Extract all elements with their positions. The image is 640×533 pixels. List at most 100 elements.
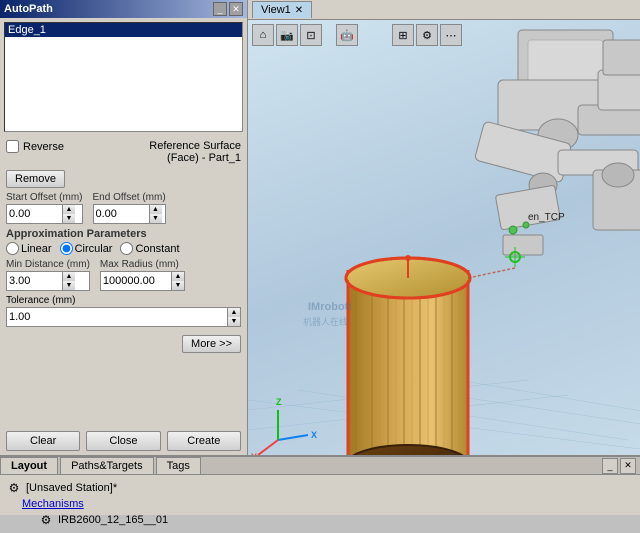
constant-radio-group: Constant [120, 242, 179, 255]
create-button[interactable]: Create [167, 431, 241, 451]
start-offset-group: Start Offset (mm) ▲ ▼ [6, 192, 83, 224]
end-offset-down[interactable]: ▼ [150, 214, 162, 223]
start-offset-input[interactable] [7, 205, 62, 223]
home-view-button[interactable]: ⌂ [252, 24, 274, 46]
max-radius-label: Max Radius (mm) [100, 259, 185, 270]
tolerance-up[interactable]: ▲ [228, 308, 240, 317]
station-icon: ⚙ [6, 480, 22, 496]
min-distance-down[interactable]: ▼ [63, 281, 75, 290]
close-button[interactable]: Close [86, 431, 160, 451]
min-distance-group: Min Distance (mm) ▲ ▼ [6, 259, 90, 291]
svg-text:Y: Y [251, 452, 257, 455]
settings-button[interactable]: ⚙ [416, 24, 438, 46]
max-radius-down[interactable]: ▼ [172, 281, 184, 290]
start-offset-down[interactable]: ▼ [63, 214, 75, 223]
constant-radio[interactable] [120, 242, 133, 255]
min-distance-spinners: ▲ ▼ [62, 272, 75, 290]
end-offset-group: End Offset (mm) ▲ ▼ [93, 192, 166, 224]
circular-radio-group: Circular [60, 242, 113, 255]
min-distance-up[interactable]: ▲ [63, 272, 75, 281]
remove-row: Remove [6, 170, 241, 188]
robot-tree-icon: ⚙ [38, 512, 54, 528]
paths-targets-tab[interactable]: Paths&Targets [60, 457, 154, 474]
viewport[interactable]: View1 ✕ ⌂ 📷 ⊡ 🤖 ⊞ ⚙ ⋯ [248, 0, 640, 455]
linear-label: Linear [21, 243, 52, 255]
robot-label: IRB2600_12_165__01 [58, 514, 168, 526]
tolerance-row: Tolerance (mm) ▲ ▼ [6, 295, 241, 327]
svg-text:IMroboti: IMroboti [308, 301, 351, 313]
bottom-panel: Layout Paths&Targets Tags _ ✕ ⚙ [Unsaved… [0, 455, 640, 515]
circular-radio[interactable] [60, 242, 73, 255]
min-distance-input[interactable] [7, 272, 62, 290]
constant-label: Constant [135, 243, 179, 255]
end-offset-input[interactable] [94, 205, 149, 223]
min-distance-input-wrap: ▲ ▼ [6, 271, 90, 291]
viewport-tabbar: View1 ✕ [248, 0, 640, 20]
tolerance-label: Tolerance (mm) [6, 295, 241, 306]
tolerance-input-wrap: ▲ ▼ [6, 307, 241, 327]
reverse-label: Reverse [23, 141, 64, 153]
bottom-tabs: Layout Paths&Targets Tags _ ✕ [0, 457, 640, 475]
remove-button[interactable]: Remove [6, 170, 65, 188]
reverse-checkbox[interactable] [6, 140, 19, 153]
approx-params-section: Approximation Parameters Linear Circular… [6, 228, 241, 255]
edge-list-item[interactable]: Edge_1 [5, 23, 242, 37]
mechanisms-label: Mechanisms [22, 498, 84, 510]
end-offset-up[interactable]: ▲ [150, 205, 162, 214]
tags-tab[interactable]: Tags [156, 457, 201, 474]
minimize-button[interactable]: _ [213, 2, 227, 16]
view1-tab-label: View1 [261, 4, 291, 16]
camera-button[interactable]: 📷 [276, 24, 298, 46]
max-radius-up[interactable]: ▲ [172, 272, 184, 281]
reference-surface-label: Reference Surface [149, 140, 241, 152]
clear-button[interactable]: Clear [6, 431, 80, 451]
bottom-close-button[interactable]: ✕ [620, 458, 636, 474]
view1-tab-close[interactable]: ✕ [295, 5, 303, 16]
more-view-button[interactable]: ⋯ [440, 24, 462, 46]
bottom-panel-controls: _ ✕ [602, 458, 640, 474]
start-offset-up[interactable]: ▲ [63, 205, 75, 214]
close-panel-button[interactable]: ✕ [229, 2, 243, 16]
fit-button[interactable]: ⊡ [300, 24, 322, 46]
grid-button[interactable]: ⊞ [392, 24, 414, 46]
start-offset-spinners: ▲ ▼ [62, 205, 75, 223]
min-distance-label: Min Distance (mm) [6, 259, 90, 270]
bottom-content: ⚙ [Unsaved Station]* Mechanisms ⚙ IRB260… [0, 475, 640, 533]
view1-tab[interactable]: View1 ✕ [252, 1, 312, 18]
robot-icon-button[interactable]: 🤖 [336, 24, 358, 46]
max-radius-input[interactable] [101, 272, 171, 290]
scene-svg: en_TCP [248, 20, 640, 455]
edge-list[interactable]: Edge_1 [4, 22, 243, 132]
autopath-panel: AutoPath _ ✕ Edge_1 Reverse Reference Su… [0, 0, 248, 455]
end-offset-input-wrap: ▲ ▼ [93, 204, 166, 224]
tolerance-spinners: ▲ ▼ [227, 308, 240, 326]
svg-text:机器人在线: 机器人在线 [303, 316, 348, 327]
reference-surface-value: (Face) - Part_1 [149, 152, 241, 164]
end-offset-spinners: ▲ ▼ [149, 205, 162, 223]
action-buttons: Clear Close Create [0, 427, 247, 455]
panel-title-bar: AutoPath _ ✕ [0, 0, 247, 18]
title-controls: _ ✕ [213, 2, 243, 16]
svg-text:en_TCP: en_TCP [528, 212, 565, 223]
layout-tab[interactable]: Layout [0, 457, 58, 474]
svg-text:Z: Z [276, 397, 282, 407]
max-radius-spinners: ▲ ▼ [171, 272, 184, 290]
bottom-minimize-button[interactable]: _ [602, 458, 618, 474]
more-button[interactable]: More >> [182, 335, 241, 353]
approx-params-title: Approximation Parameters [6, 228, 241, 240]
start-offset-input-wrap: ▲ ▼ [6, 204, 83, 224]
minmax-row: Min Distance (mm) ▲ ▼ Max Radius (mm) [6, 259, 241, 291]
linear-radio[interactable] [6, 242, 19, 255]
reverse-row: Reverse [6, 140, 64, 153]
panel-body: Reverse Reference Surface (Face) - Part_… [0, 136, 247, 427]
mechanisms-tree-item: Mechanisms [22, 497, 634, 511]
tolerance-input[interactable] [7, 308, 227, 326]
tolerance-down[interactable]: ▼ [228, 317, 240, 326]
max-radius-input-wrap: ▲ ▼ [100, 271, 185, 291]
scene-3d: ⌂ 📷 ⊡ 🤖 ⊞ ⚙ ⋯ [248, 20, 640, 455]
panel-title: AutoPath [4, 3, 53, 15]
linear-radio-group: Linear [6, 242, 52, 255]
offset-row: Start Offset (mm) ▲ ▼ End Offset (mm) [6, 192, 241, 224]
circular-label: Circular [75, 243, 113, 255]
viewport-toolbar: ⌂ 📷 ⊡ 🤖 ⊞ ⚙ ⋯ [252, 24, 462, 46]
